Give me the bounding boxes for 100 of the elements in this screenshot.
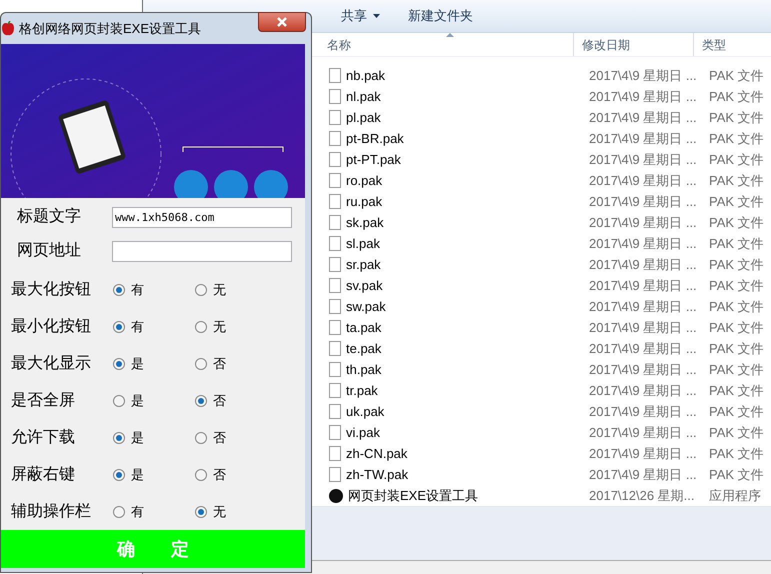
file-name[interactable]: pl.pak <box>346 108 381 128</box>
file-name[interactable]: 网页封装EXE设置工具 <box>348 486 478 506</box>
file-icon <box>329 89 341 104</box>
radio-button[interactable] <box>195 506 207 518</box>
file-type: PAK 文件 <box>708 88 765 106</box>
file-date: 2017\4\9 星期日 ... <box>588 130 698 148</box>
file-date: 2017\4\9 星期日 ... <box>588 340 698 358</box>
radio-option[interactable]: 否 <box>195 464 226 484</box>
radio-button[interactable] <box>113 320 125 332</box>
file-name[interactable]: sl.pak <box>346 234 380 254</box>
radio-option[interactable]: 否 <box>195 354 226 374</box>
file-icon <box>329 110 341 125</box>
file-icon <box>329 446 341 461</box>
close-button[interactable] <box>258 12 306 32</box>
file-name[interactable]: tr.pak <box>346 380 378 400</box>
file-type: PAK 文件 <box>708 360 765 379</box>
column-header[interactable]: 名称 <box>319 33 573 56</box>
column-header[interactable]: 修改日期 <box>573 33 693 56</box>
radio-button[interactable] <box>113 358 125 370</box>
file-name[interactable]: sr.pak <box>346 254 381 274</box>
file-name[interactable]: sw.pak <box>346 296 386 316</box>
radio-button[interactable] <box>113 284 125 296</box>
option-label: 允许下载 <box>10 428 76 448</box>
radio-option[interactable]: 是 <box>113 390 195 410</box>
option-label: 屏蔽右键 <box>10 464 76 484</box>
file-icon <box>329 362 341 377</box>
radio-option[interactable]: 无 <box>195 502 226 522</box>
radio-option[interactable]: 是 <box>113 464 195 484</box>
file-date: 2017\4\9 星期日 ... <box>588 214 698 232</box>
file-name[interactable]: vi.pak <box>346 422 380 442</box>
file-date: 2017\4\9 星期日 ... <box>588 318 698 337</box>
radio-option[interactable]: 无 <box>195 316 226 336</box>
text-field[interactable]: www.1xh5068.com <box>112 206 292 228</box>
file-icon <box>329 152 341 167</box>
option-label: 最大化按钮 <box>10 280 92 300</box>
file-name[interactable]: zh-TW.pak <box>346 464 408 484</box>
radio-option[interactable]: 否 <box>195 428 226 448</box>
file-name[interactable]: ro.pak <box>346 170 382 190</box>
file-name[interactable]: pt-BR.pak <box>346 128 404 148</box>
file-icon <box>329 278 341 293</box>
text-field[interactable] <box>112 240 292 262</box>
file-name[interactable]: uk.pak <box>346 402 384 422</box>
radio-option[interactable]: 有 <box>113 316 195 336</box>
file-name[interactable]: nb.pak <box>346 66 386 86</box>
radio-option[interactable]: 无 <box>195 280 226 300</box>
file-name[interactable]: sk.pak <box>346 212 384 232</box>
radio-button[interactable] <box>195 468 207 480</box>
file-type: PAK 文件 <box>708 318 765 337</box>
file-name[interactable]: th.pak <box>346 360 382 380</box>
file-name[interactable]: te.pak <box>346 338 382 358</box>
file-type: PAK 文件 <box>708 150 765 169</box>
file-date: 2017\12\26 星期... <box>588 486 696 505</box>
file-date: 2017\4\9 星期日 ... <box>588 444 698 463</box>
radio-option[interactable]: 否 <box>195 390 226 410</box>
file-type: 应用程序 <box>708 486 762 505</box>
close-icon <box>277 17 287 27</box>
file-date: 2017\4\9 星期日 ... <box>588 108 698 127</box>
file-date: 2017\4\9 星期日 ... <box>588 192 698 211</box>
file-icon <box>329 194 341 209</box>
radio-button[interactable] <box>195 394 207 406</box>
radio-option[interactable]: 有 <box>113 280 195 300</box>
file-date: 2017\4\9 星期日 ... <box>588 424 698 442</box>
file-icon <box>329 341 341 356</box>
toolbar-button[interactable]: 共享 <box>341 6 380 26</box>
option-label: 辅助操作栏 <box>10 502 92 522</box>
radio-button[interactable] <box>113 432 125 444</box>
radio-button[interactable] <box>195 432 207 444</box>
file-type: PAK 文件 <box>708 402 765 421</box>
file-icon <box>329 131 341 146</box>
file-date: 2017\4\9 星期日 ... <box>588 402 698 421</box>
file-date: 2017\4\9 星期日 ... <box>588 382 698 400</box>
toolbar-button[interactable]: 新建文件夹 <box>408 6 473 26</box>
file-date: 2017\4\9 星期日 ... <box>588 256 698 274</box>
file-type: PAK 文件 <box>708 130 765 148</box>
sort-arrow-icon <box>446 33 454 37</box>
radio-button[interactable] <box>113 394 125 406</box>
file-type: PAK 文件 <box>708 424 765 442</box>
radio-option[interactable]: 是 <box>113 354 195 374</box>
radio-button[interactable] <box>113 468 125 480</box>
column-header[interactable]: 类型 <box>693 33 761 56</box>
file-name[interactable]: pt-PT.pak <box>346 150 401 170</box>
file-icon <box>329 383 341 398</box>
radio-option[interactable]: 有 <box>113 502 195 522</box>
radio-button[interactable] <box>195 284 207 296</box>
radio-button[interactable] <box>195 320 207 332</box>
file-name[interactable]: ta.pak <box>346 318 382 338</box>
file-name[interactable]: sv.pak <box>346 276 383 296</box>
radio-button[interactable] <box>195 358 207 370</box>
field-label: 网页地址 <box>16 240 82 261</box>
caret-icon <box>373 14 380 18</box>
file-name[interactable]: zh-CN.pak <box>346 444 408 464</box>
file-date: 2017\4\9 星期日 ... <box>588 66 698 85</box>
file-name[interactable]: ru.pak <box>346 192 382 212</box>
radio-option[interactable]: 是 <box>113 428 195 448</box>
file-date: 2017\4\9 星期日 ... <box>588 234 698 253</box>
file-name[interactable]: nl.pak <box>346 86 381 106</box>
radio-button[interactable] <box>113 506 125 518</box>
option-label: 是否全屏 <box>10 390 76 410</box>
file-icon <box>329 404 341 419</box>
file-date: 2017\4\9 星期日 ... <box>588 150 698 169</box>
